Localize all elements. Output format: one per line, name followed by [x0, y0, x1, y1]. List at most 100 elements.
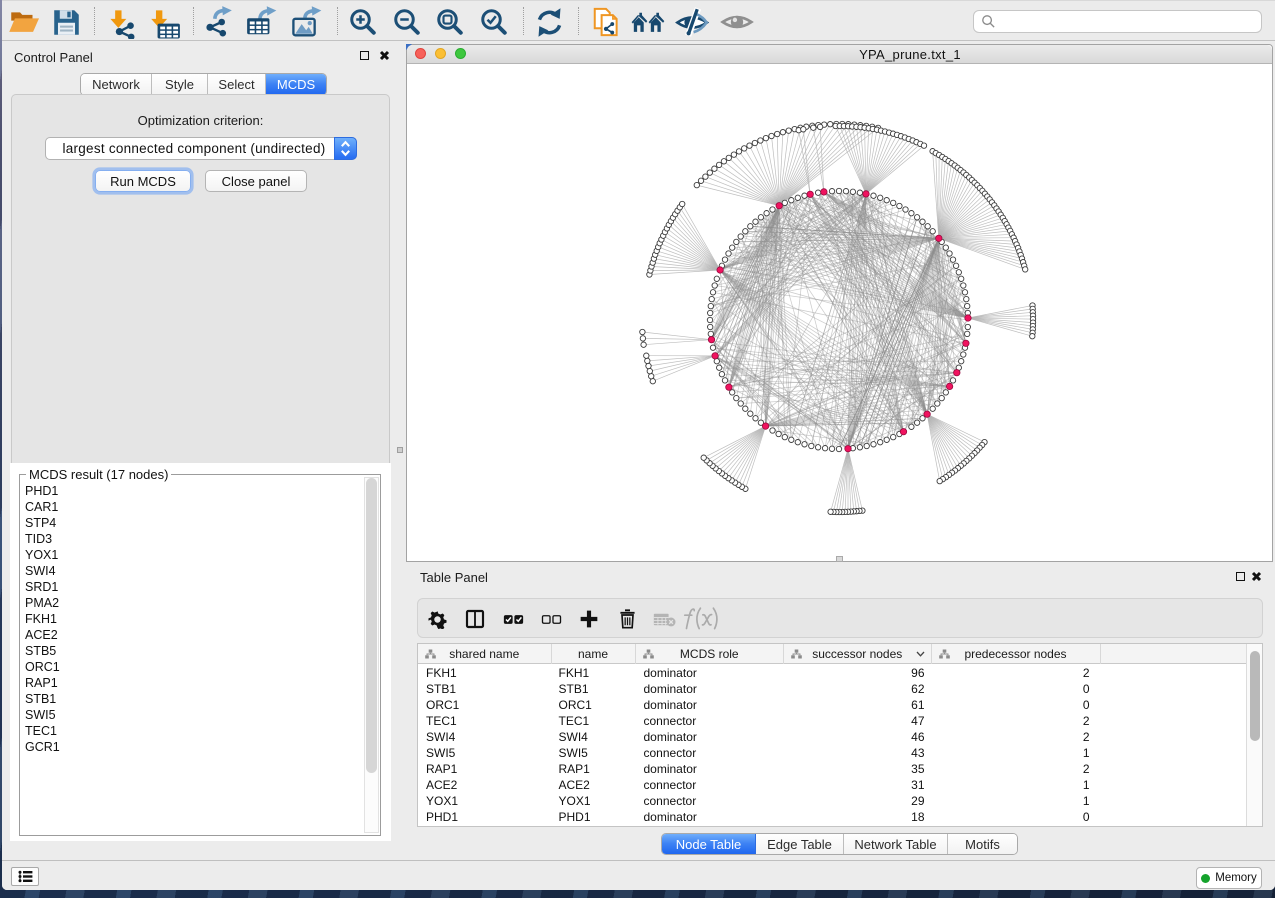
result-item[interactable]: TEC1 [23, 723, 362, 739]
show-all-button[interactable] [720, 5, 754, 39]
table-row[interactable]: PHD1PHD1dominator180 [418, 809, 1262, 825]
mcds-result-list[interactable]: PHD1CAR1STP4TID3YOX1SWI4SRD1PMA2FKH1ACE2… [23, 483, 362, 833]
cell-successor-nodes: 46 [784, 729, 925, 745]
mcds-result-section: MCDS result (17 nodes) PHD1CAR1STP4TID3Y… [10, 463, 391, 841]
result-item[interactable]: SRD1 [23, 579, 362, 595]
window-minimize-button[interactable] [435, 48, 446, 59]
search-network-button[interactable] [631, 5, 665, 39]
tab-network-table[interactable]: Network Table [844, 834, 948, 854]
result-item[interactable]: GCR1 [23, 739, 362, 755]
tab-network[interactable]: Network [81, 74, 152, 95]
tab-select[interactable]: Select [208, 74, 266, 95]
save-session-button[interactable] [49, 5, 83, 39]
column-header-name[interactable]: name [552, 644, 636, 664]
table-row[interactable]: YOX1YOX1connector291 [418, 793, 1262, 809]
export-table-button[interactable] [245, 5, 279, 39]
tab-mcds[interactable]: MCDS [266, 74, 326, 95]
result-scrollbar[interactable] [364, 477, 379, 833]
column-header-label: predecessor nodes [964, 647, 1066, 661]
tab-style[interactable]: Style [152, 74, 208, 95]
hide-selected-button[interactable] [675, 5, 709, 39]
control-panel: Control Panel NetworkStyleSelectMCDS Opt… [2, 42, 395, 860]
result-item[interactable]: TID3 [23, 531, 362, 547]
zoom-in-button[interactable] [346, 5, 380, 39]
window-close-button[interactable] [415, 48, 426, 59]
column-filter-chevron-icon[interactable] [916, 651, 925, 657]
network-window-titlebar[interactable]: YPA_prune.txt_1 [407, 45, 1272, 64]
add-column-button[interactable] [574, 604, 604, 634]
function-builder-button[interactable] [682, 604, 720, 634]
zoom-out-button[interactable] [390, 5, 424, 39]
result-item[interactable]: SWI4 [23, 563, 362, 579]
vertical-splitter[interactable] [395, 42, 406, 860]
criterion-dropdown[interactable]: largest connected component (undirected) [45, 137, 357, 160]
cell-MCDS-role: dominator [644, 761, 785, 777]
deselect-all-button[interactable] [536, 604, 566, 634]
table-scrollbar[interactable] [1246, 644, 1262, 826]
table-row[interactable]: RAP1RAP1dominator352 [418, 761, 1262, 777]
column-header-label: shared name [449, 647, 519, 661]
memory-button[interactable]: Memory [1196, 867, 1262, 889]
column-header-shared-name[interactable]: shared name [418, 644, 552, 664]
table-row[interactable]: ORC1ORC1dominator610 [418, 697, 1262, 713]
table-panel-close-button[interactable] [1251, 571, 1262, 582]
table-row[interactable]: TEC1TEC1connector472 [418, 713, 1262, 729]
result-scrollbar-thumb[interactable] [366, 478, 377, 773]
control-panel-float-button[interactable] [360, 51, 369, 60]
mcds-result-title: MCDS result (17 nodes) [26, 467, 171, 482]
control-panel-close-button[interactable] [379, 50, 390, 61]
export-image-button[interactable] [290, 5, 324, 39]
export-network-button[interactable] [201, 5, 235, 39]
network-canvas[interactable] [407, 65, 1272, 561]
import-table-button[interactable] [148, 5, 182, 39]
result-item[interactable]: STB1 [23, 691, 362, 707]
tab-node-table[interactable]: Node Table [662, 834, 756, 854]
refresh-button[interactable] [532, 5, 566, 39]
table-scrollbar-thumb[interactable] [1250, 651, 1260, 741]
table-row[interactable]: STB1STB1dominator620 [418, 681, 1262, 697]
select-all-button[interactable] [498, 604, 528, 634]
run-mcds-button[interactable]: Run MCDS [95, 170, 191, 192]
table-settings-button[interactable] [422, 604, 452, 634]
table-row[interactable]: FKH1FKH1dominator962 [418, 665, 1262, 681]
table-row[interactable]: ACE2ACE2connector311 [418, 777, 1262, 793]
show-panel-menu-button[interactable] [11, 867, 39, 886]
table-panel-float-button[interactable] [1236, 572, 1245, 581]
result-item[interactable]: ACE2 [23, 627, 362, 643]
delete-column-button[interactable] [612, 604, 642, 634]
close-panel-button[interactable]: Close panel [205, 170, 307, 192]
result-item[interactable]: SWI5 [23, 707, 362, 723]
tab-edge-table[interactable]: Edge Table [756, 834, 844, 854]
column-header-predecessor-nodes[interactable]: predecessor nodes [932, 644, 1101, 664]
horizontal-splitter-handle[interactable] [836, 556, 843, 562]
result-item[interactable]: FKH1 [23, 611, 362, 627]
control-panel-tabs: NetworkStyleSelectMCDS [80, 73, 327, 96]
result-item[interactable]: PHD1 [23, 483, 362, 499]
result-item[interactable]: YOX1 [23, 547, 362, 563]
open-session-button[interactable] [7, 5, 41, 39]
import-network-button[interactable] [104, 5, 138, 39]
column-header-MCDS-role[interactable]: MCDS role [636, 644, 785, 664]
zoom-fit-button[interactable] [433, 5, 467, 39]
result-item[interactable]: ORC1 [23, 659, 362, 675]
table-row[interactable]: SWI5SWI5connector431 [418, 745, 1262, 761]
cell-successor-nodes: 18 [784, 809, 925, 825]
vertical-splitter-handle[interactable] [397, 447, 403, 453]
result-item[interactable]: STP4 [23, 515, 362, 531]
delete-table-button[interactable] [649, 604, 679, 634]
open-in-cloud-button[interactable] [589, 5, 623, 39]
result-item[interactable]: RAP1 [23, 675, 362, 691]
cell-shared-name: ACE2 [426, 777, 552, 793]
column-header-label: MCDS role [680, 647, 739, 661]
column-layout-button[interactable] [460, 604, 490, 634]
cell-MCDS-role: dominator [644, 665, 785, 681]
column-header-successor-nodes[interactable]: successor nodes [784, 644, 932, 664]
tab-motifs[interactable]: Motifs [948, 834, 1017, 854]
zoom-selected-button[interactable] [477, 5, 511, 39]
window-zoom-button[interactable] [455, 48, 466, 59]
result-item[interactable]: PMA2 [23, 595, 362, 611]
result-item[interactable]: CAR1 [23, 499, 362, 515]
search-input[interactable] [973, 10, 1262, 33]
result-item[interactable]: STB5 [23, 643, 362, 659]
table-row[interactable]: SWI4SWI4dominator462 [418, 729, 1262, 745]
